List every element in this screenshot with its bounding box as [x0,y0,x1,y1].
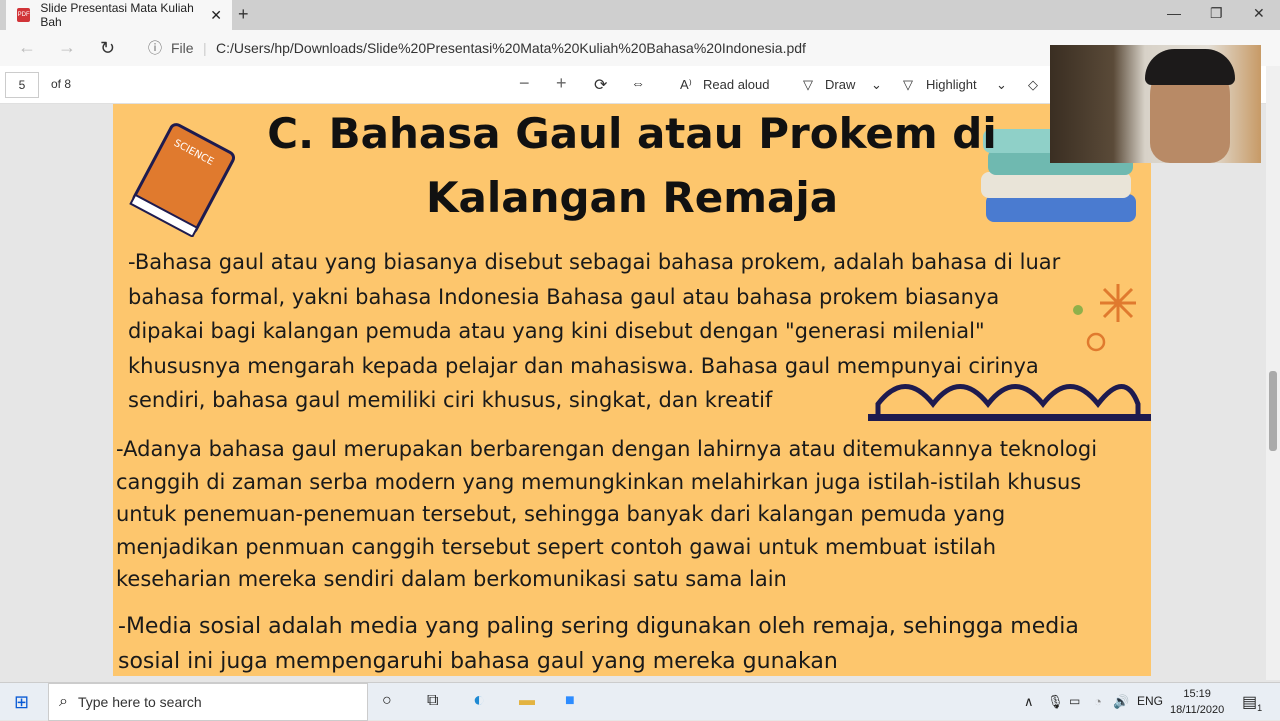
draw-button[interactable]: Draw [825,77,855,92]
language-indicator[interactable]: ENG [1137,694,1163,708]
file-label: File [171,40,194,56]
forward-icon[interactable]: → [58,37,76,58]
paragraph-1: -Bahasa gaul atau yang biasanya disebut … [128,250,1061,412]
microphone-icon[interactable]: 🎙 [1047,694,1064,710]
pdf-slide: SCIENCE C. Bahasa Gaul atau Prokem di Ka… [113,104,1151,676]
wifi-icon[interactable]: ◔ [1094,694,1102,709]
back-icon[interactable]: ← [18,37,36,58]
minimize-icon[interactable]: — [1167,5,1181,21]
draw-icon[interactable]: ▽ [803,77,813,93]
close-tab-icon[interactable]: ✕ [210,7,222,24]
taskbar: ⊞ ⌕ Type here to search ○ ⧉ ◐ ▬ ■ ∧ 🎙 ▭ … [0,682,1280,721]
tab-bar: PDF Slide Presentasi Mata Kuliah Bah ✕ +… [0,0,1280,30]
zoom-in-icon[interactable]: + [556,73,567,94]
refresh-icon[interactable]: ↻ [100,38,115,59]
cortana-icon[interactable]: ○ [382,692,392,710]
paragraph-3: -Media sosial adalah media yang paling s… [118,614,1079,674]
highlight-icon[interactable]: ▽ [903,77,913,93]
task-view-icon[interactable]: ⧉ [427,692,438,710]
page-number-input[interactable]: 5 [5,72,39,98]
draw-chevron-icon[interactable]: ⌄ [871,77,882,93]
taskbar-search[interactable]: ⌕ Type here to search [48,683,368,721]
slide-title: C. Bahasa Gaul atau Prokem di Kalangan R… [267,109,997,222]
tab-pdf[interactable]: PDF Slide Presentasi Mata Kuliah Bah ✕ [6,0,232,30]
close-window-icon[interactable]: ✕ [1253,5,1265,22]
new-tab-button[interactable]: + [238,4,249,25]
notifications-icon[interactable]: ▤1 [1242,692,1262,713]
edge-icon[interactable]: ◐ [473,689,485,712]
battery-icon[interactable]: ▭ [1069,694,1080,708]
volume-icon[interactable]: 🔊 [1113,694,1129,710]
page-count: of 8 [51,77,72,91]
highlight-chevron-icon[interactable]: ⌄ [996,77,1007,93]
file-explorer-icon[interactable]: ▬ [519,692,535,710]
rotate-icon[interactable]: ⟳ [594,75,607,95]
windows-start-icon[interactable]: ⊞ [14,692,29,713]
pdf-icon: PDF [17,8,31,22]
url-field[interactable]: C:/Users/hp/Downloads/Slide%20Presentasi… [216,40,806,56]
paragraph-2: -Adanya bahasa gaul merupakan berbarenga… [116,437,1098,591]
zoom-out-icon[interactable]: − [519,73,530,94]
webcam-overlay [1050,45,1261,163]
fit-page-icon[interactable]: ⇔ [631,75,645,91]
read-aloud-icon[interactable]: A⁾ [680,77,692,93]
zoom-app-icon[interactable]: ■ [565,692,575,710]
eraser-icon[interactable]: ◇ [1028,77,1038,93]
tab-title: Slide Presentasi Mata Kuliah Bah [40,1,194,29]
info-icon: ⓘ [148,40,162,56]
tray-chevron-icon[interactable]: ∧ [1024,694,1034,710]
restore-icon[interactable]: ❐ [1210,5,1223,22]
vertical-scrollbar[interactable] [1266,66,1280,680]
clock[interactable]: 15:19 18/11/2020 [1170,686,1224,718]
scroll-thumb[interactable] [1269,371,1277,451]
highlight-button[interactable]: Highlight [926,77,977,92]
search-icon: ⌕ [59,693,68,710]
read-aloud-button[interactable]: Read aloud [703,77,770,92]
